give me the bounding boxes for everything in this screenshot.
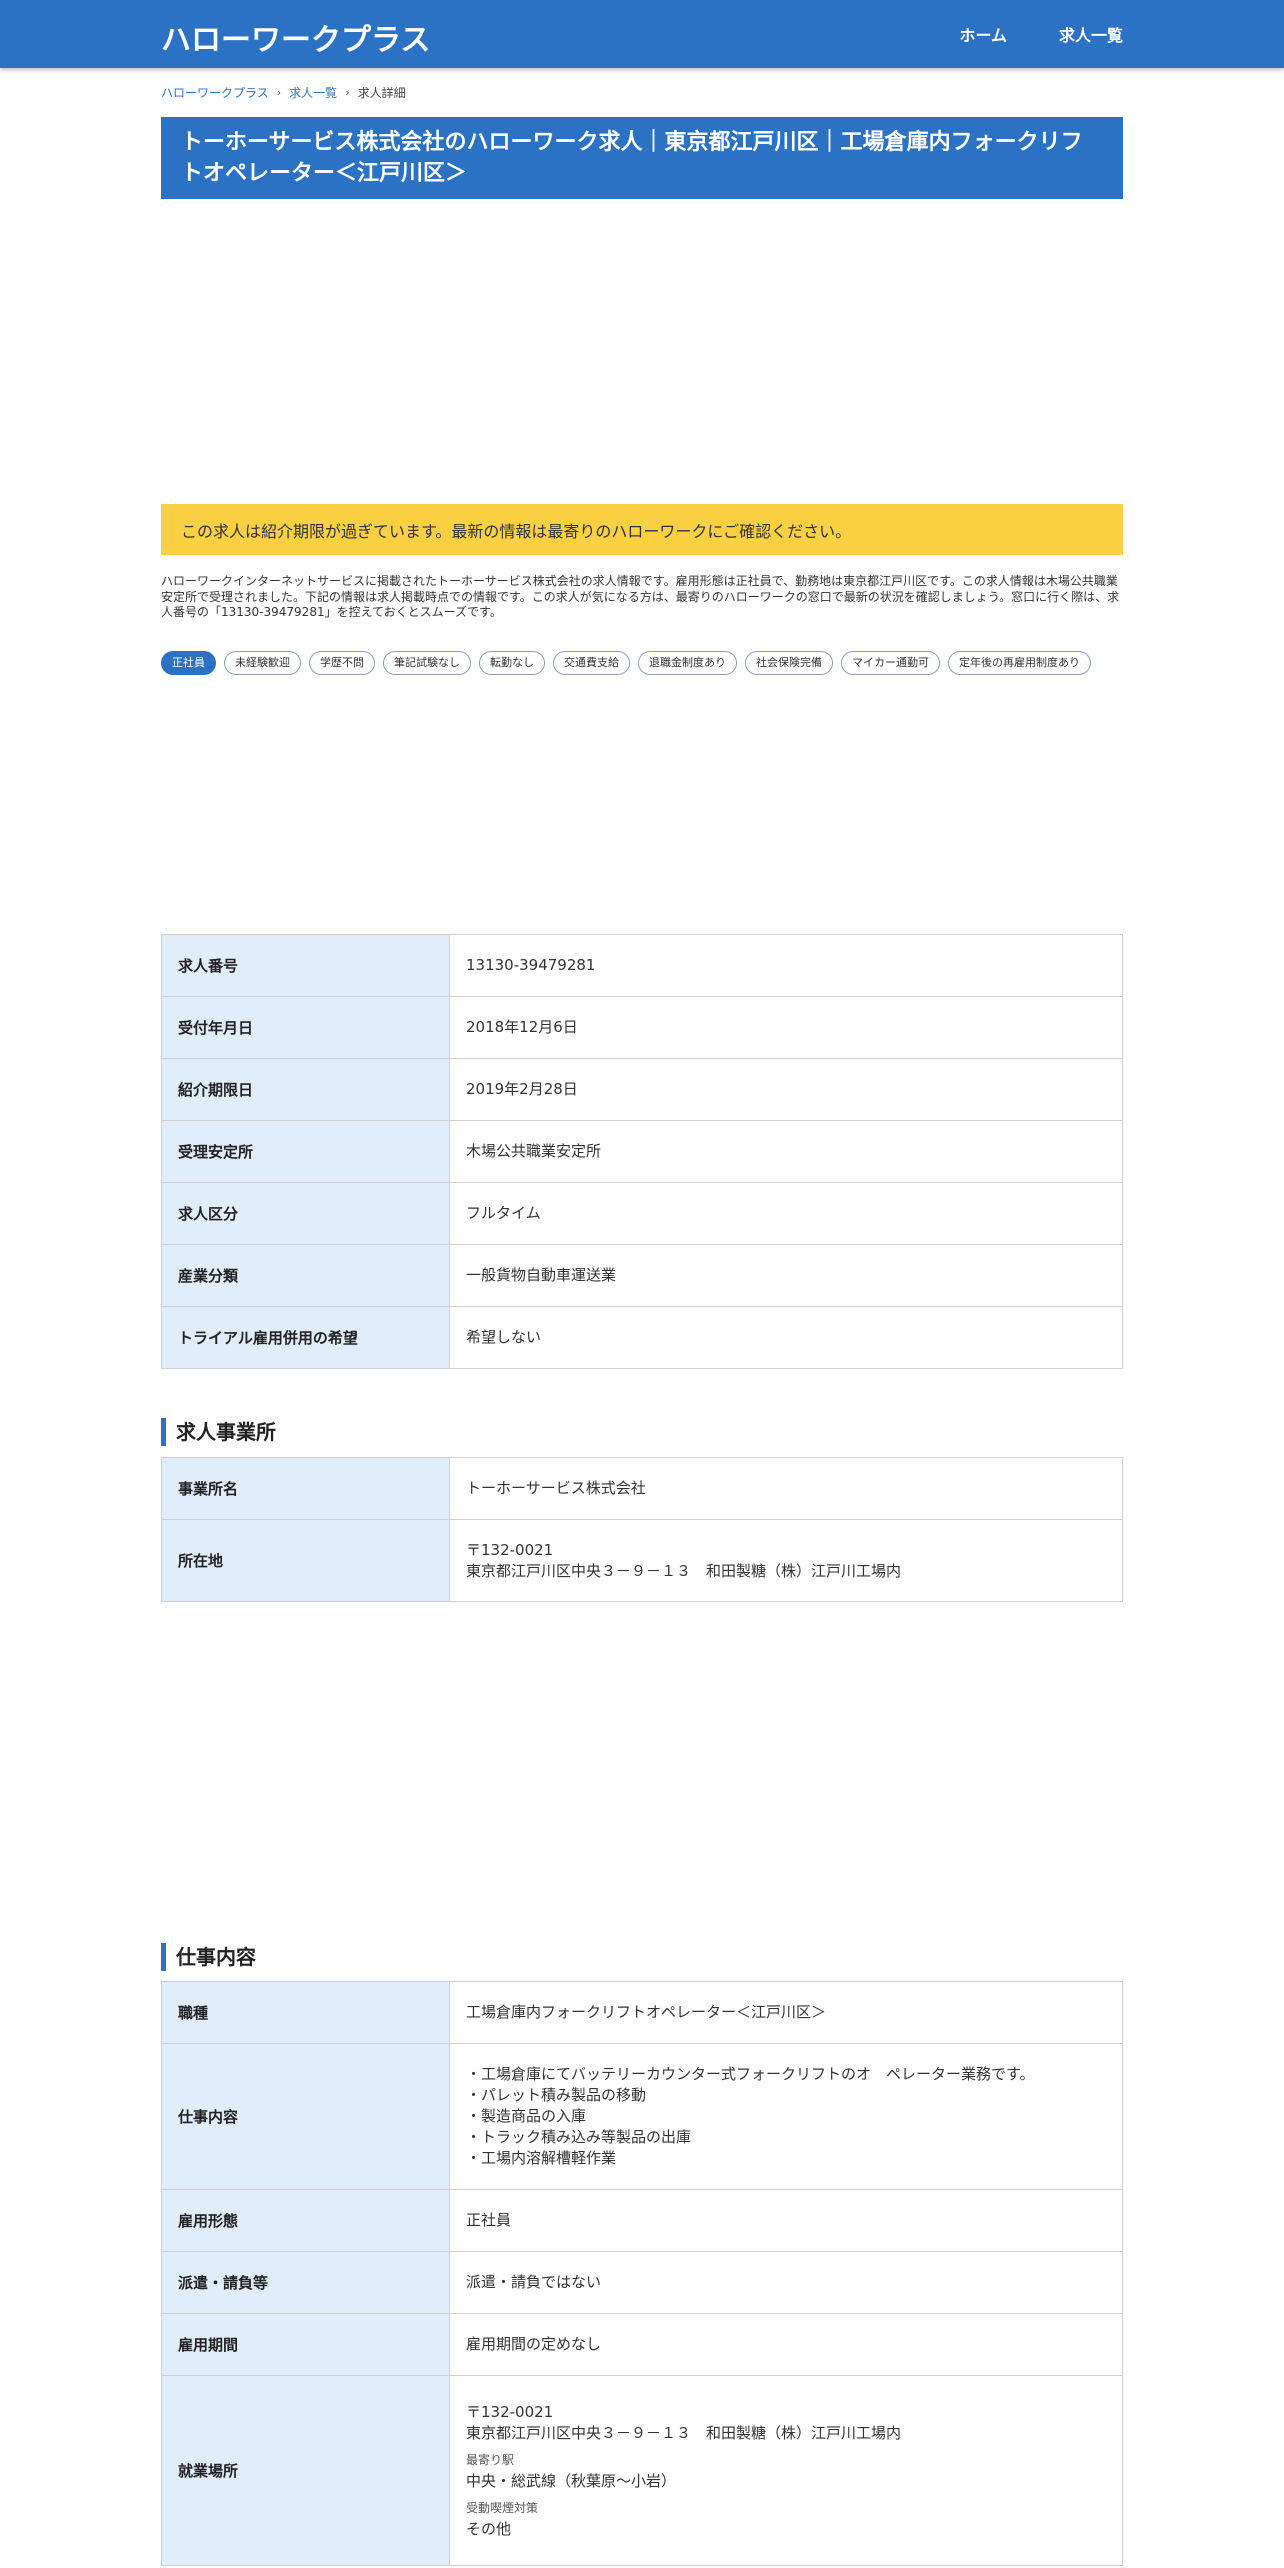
- nav-job-list-link[interactable]: 求人一覧: [1059, 22, 1123, 46]
- row-value: 2019年2月28日: [449, 1058, 1123, 1121]
- row-label: 受付年月日: [161, 996, 450, 1059]
- nav-home-link[interactable]: ホーム: [959, 22, 1007, 46]
- site-header: ハローワークプラス ホーム 求人一覧: [0, 0, 1284, 68]
- row-label: 仕事内容: [161, 2043, 450, 2190]
- table-row: 雇用形態 正社員: [161, 2189, 1123, 2252]
- tag-social-insurance[interactable]: 社会保険完備: [745, 651, 833, 675]
- page-title-box: トーホーサービス株式会社のハローワーク求人｜東京都江戸川区｜工場倉庫内フォークリ…: [161, 117, 1123, 199]
- job-content-line: ・工場倉庫にてバッテリーカウンター式フォークリフトのオ ペレーター業務です。: [466, 2065, 1035, 2083]
- row-label: 職種: [161, 1981, 450, 2044]
- breadcrumb-home-link[interactable]: ハローワークプラス: [161, 84, 269, 101]
- postal-code: 〒132-0021: [466, 1540, 554, 1559]
- chevron-right-icon: ›: [276, 86, 282, 99]
- row-label: 産業分類: [161, 1244, 450, 1307]
- job-type: 工場倉庫内フォークリフトオペレーター＜江戸川区＞: [449, 1981, 1123, 2044]
- office-address: 〒132-0021 東京都江戸川区中央３－９－１３ 和田製糖（株）江戸川工場内: [449, 1519, 1123, 1602]
- dispatch-type: 派遣・請負ではない: [449, 2251, 1123, 2314]
- postal-code: 〒132-0021: [466, 2402, 554, 2421]
- row-label: 就業場所: [161, 2375, 450, 2566]
- row-label: 紹介期限日: [161, 1058, 450, 1121]
- nearest-station: 中央・総武線（秋葉原～小岩）: [466, 2471, 677, 2490]
- address-text: 東京都江戸川区中央３－９－１３ 和田製糖（株）江戸川工場内: [466, 1561, 902, 1580]
- chevron-right-icon: ›: [345, 86, 350, 99]
- company-name: トーホーサービス株式会社: [449, 1457, 1123, 1520]
- row-label: 受理安定所: [161, 1120, 450, 1183]
- breadcrumb: ハローワークプラス › 求人一覧 › 求人詳細: [161, 84, 406, 101]
- office-table: 事業所名 トーホーサービス株式会社 所在地 〒132-0021 東京都江戸川区中…: [161, 1457, 1123, 1602]
- tag-car-commute[interactable]: マイカー通勤可: [841, 651, 940, 675]
- row-label: トライアル雇用併用の希望: [161, 1306, 450, 1369]
- row-label: 事業所名: [161, 1457, 450, 1520]
- row-label: 雇用期間: [161, 2313, 450, 2376]
- table-row: 職種 工場倉庫内フォークリフトオペレーター＜江戸川区＞: [161, 1981, 1123, 2044]
- table-row: 産業分類 一般貨物自動車運送業: [161, 1244, 1123, 1307]
- job-content-line: ・トラック積み込み等製品の出庫: [466, 2128, 692, 2146]
- feature-tags: 正社員 未経験歓迎 学歴不問 筆記試験なし 転勤なし 交通費支給 退職金制度あり…: [161, 651, 1123, 675]
- tag-transport-allowance[interactable]: 交通費支給: [553, 651, 630, 675]
- table-row: 就業場所 〒132-0021 東京都江戸川区中央３－９－１３ 和田製糖（株）江戸…: [161, 2375, 1123, 2566]
- row-label: 所在地: [161, 1519, 450, 1602]
- tag-retirement-allowance[interactable]: 退職金制度あり: [638, 651, 737, 675]
- job-table: 職種 工場倉庫内フォークリフトオペレーター＜江戸川区＞ 仕事内容 ・工場倉庫にて…: [161, 1981, 1123, 2566]
- smoking-policy: その他: [466, 2519, 512, 2538]
- table-row: 雇用期間 雇用期間の定めなし: [161, 2313, 1123, 2376]
- tag-no-experience[interactable]: 未経験歓迎: [224, 651, 301, 675]
- row-value: 2018年12月6日: [449, 996, 1123, 1059]
- expired-notice: この求人は紹介期限が過ぎています。最新の情報は最寄りのハローワークにご確認くださ…: [161, 504, 1123, 555]
- table-row: 求人区分 フルタイム: [161, 1182, 1123, 1245]
- table-row: 受付年月日 2018年12月6日: [161, 996, 1123, 1059]
- row-label: 求人番号: [161, 934, 450, 997]
- job-content-line: ・工場内溶解槽軽作業: [466, 2149, 617, 2167]
- row-value: 一般貨物自動車運送業: [449, 1244, 1123, 1307]
- breadcrumb-job-list-link[interactable]: 求人一覧: [289, 84, 337, 101]
- row-value: 希望しない: [449, 1306, 1123, 1369]
- address-text: 東京都江戸川区中央３－９－１３ 和田製糖（株）江戸川工場内: [466, 2423, 902, 2442]
- brand-logo-link[interactable]: ハローワークプラス: [161, 15, 430, 59]
- row-label: 雇用形態: [161, 2189, 450, 2252]
- table-row: 求人番号 13130-39479281: [161, 934, 1123, 997]
- page-title: トーホーサービス株式会社のハローワーク求人｜東京都江戸川区｜工場倉庫内フォークリ…: [181, 130, 1083, 186]
- table-row: トライアル雇用併用の希望 希望しない: [161, 1306, 1123, 1369]
- row-value: 13130-39479281: [449, 934, 1123, 997]
- section-title-office: 求人事業所: [161, 1418, 276, 1446]
- table-row: 事業所名 トーホーサービス株式会社: [161, 1457, 1123, 1520]
- employment-period: 雇用期間の定めなし: [449, 2313, 1123, 2376]
- nearest-station-label: 最寄り駅: [466, 2452, 515, 2467]
- job-content-line: ・製造商品の入庫: [466, 2107, 587, 2125]
- tag-no-written-test[interactable]: 筆記試験なし: [383, 651, 471, 675]
- tag-no-education-requirement[interactable]: 学歴不問: [309, 651, 375, 675]
- tag-no-relocation[interactable]: 転勤なし: [479, 651, 545, 675]
- employment-type: 正社員: [449, 2189, 1123, 2252]
- job-content: ・工場倉庫にてバッテリーカウンター式フォークリフトのオ ペレーター業務です。 ・…: [449, 2043, 1123, 2190]
- breadcrumb-current: 求人詳細: [357, 86, 406, 100]
- intro-text: ハローワークインターネットサービスに掲載されたトーホーサービス株式会社の求人情報…: [161, 574, 1120, 619]
- row-label: 派遣・請負等: [161, 2251, 450, 2314]
- tag-full-time[interactable]: 正社員: [161, 651, 216, 675]
- workplace: 〒132-0021 東京都江戸川区中央３－９－１３ 和田製糖（株）江戸川工場内 …: [449, 2375, 1123, 2566]
- basic-info-table: 求人番号 13130-39479281 受付年月日 2018年12月6日 紹介期…: [161, 934, 1123, 1369]
- section-title-job: 仕事内容: [161, 1943, 256, 1971]
- main-nav: ホーム 求人一覧: [959, 22, 1123, 46]
- row-value: 木場公共職業安定所: [449, 1120, 1123, 1183]
- table-row: 受理安定所 木場公共職業安定所: [161, 1120, 1123, 1183]
- table-row: 派遣・請負等 派遣・請負ではない: [161, 2251, 1123, 2314]
- table-row: 仕事内容 ・工場倉庫にてバッテリーカウンター式フォークリフトのオ ペレーター業務…: [161, 2043, 1123, 2190]
- row-label: 求人区分: [161, 1182, 450, 1245]
- job-content-line: ・パレット積み製品の移動: [466, 2086, 647, 2104]
- table-row: 所在地 〒132-0021 東京都江戸川区中央３－９－１３ 和田製糖（株）江戸川…: [161, 1519, 1123, 1602]
- tag-reemployment[interactable]: 定年後の再雇用制度あり: [948, 651, 1091, 675]
- row-value: フルタイム: [449, 1182, 1123, 1245]
- smoking-policy-label: 受動喫煙対策: [466, 2500, 539, 2515]
- table-row: 紹介期限日 2019年2月28日: [161, 1058, 1123, 1121]
